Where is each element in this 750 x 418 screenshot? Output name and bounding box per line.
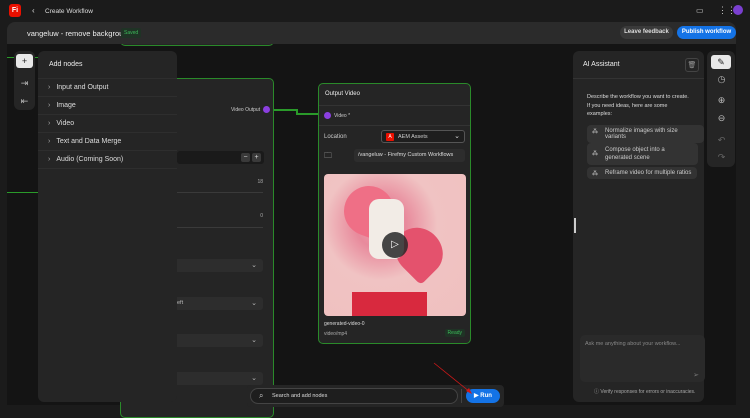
- category-image[interactable]: › Image: [38, 97, 177, 115]
- chevron-down-icon: ⌄: [454, 133, 460, 140]
- video-input-port[interactable]: [324, 112, 331, 119]
- category-label: Text and Data Merge: [56, 138, 122, 145]
- workflow-header: vangeluw - remove background Saved Leave…: [7, 22, 736, 44]
- video-output-label: Video Output: [231, 107, 261, 113]
- play-icon[interactable]: ▷: [382, 232, 408, 258]
- annotation-arrow: [433, 362, 472, 394]
- avatar[interactable]: [733, 5, 743, 15]
- export-icon[interactable]: ⇤: [14, 94, 35, 108]
- redo-icon[interactable]: ↷: [711, 150, 732, 164]
- assistant-input[interactable]: Ask me anything about your workflow... ➢: [580, 335, 705, 382]
- category-text-data-merge[interactable]: › Text and Data Merge: [38, 133, 177, 151]
- slider-value: 0: [260, 213, 263, 219]
- zoom-out-icon[interactable]: ⊖: [711, 111, 732, 125]
- search-icon: ⌕: [259, 391, 264, 400]
- back-link[interactable]: Create Workflow: [45, 8, 93, 15]
- sparkle-icon: ⁂: [592, 171, 598, 177]
- video-output-port[interactable]: [263, 106, 270, 113]
- pedestal: [352, 292, 427, 316]
- undo-icon[interactable]: ↶: [711, 133, 732, 147]
- workflow-title[interactable]: vangeluw - remove background: [27, 29, 132, 38]
- connection-line: [274, 109, 296, 111]
- video-thumbnail[interactable]: ▷: [324, 174, 466, 316]
- category-video[interactable]: › Video: [38, 115, 177, 133]
- file-type: video/mp4: [324, 331, 348, 337]
- ai-assistant-panel: AI Assistant 🗑 Describe the workflow you…: [573, 51, 705, 402]
- location-value: AEM Assets: [398, 134, 428, 140]
- category-label: Video: [56, 120, 75, 127]
- sparkle-icon: ⁂: [592, 151, 598, 157]
- adobe-icon: A: [386, 133, 394, 141]
- firefly-logo: Fi: [9, 4, 21, 17]
- folder-icon[interactable]: 🗀: [324, 150, 332, 164]
- location-label: Location: [324, 134, 347, 140]
- disclaimer-text: Verify responses for errors or inaccurac…: [600, 389, 696, 395]
- location-select[interactable]: A AEM Assets ⌄: [381, 130, 465, 143]
- example-label: Compose object into a generated scene: [605, 147, 665, 161]
- slider-value: 18: [257, 179, 263, 185]
- assistant-intro: Describe the workflow you want to create…: [587, 94, 689, 117]
- run-label: Run: [480, 393, 492, 399]
- add-nodes-panel: Add nodes › Input and Output › Image › Vide…: [38, 51, 177, 402]
- import-icon[interactable]: ⇥: [14, 76, 35, 90]
- add-nodes-title: Add nodes: [49, 61, 83, 68]
- zoom-in-icon[interactable]: ⊕: [711, 93, 732, 107]
- search-nodes-input[interactable]: ⌕ Search and add nodes: [250, 388, 458, 404]
- output-video-node[interactable]: Output Video Video * Location A AEM Asse…: [318, 83, 471, 344]
- category-label: Input and Output: [56, 84, 109, 91]
- send-icon[interactable]: ➢: [693, 371, 699, 379]
- connection-line: [296, 113, 318, 115]
- left-toolbar: + ⇥ ⇤: [14, 51, 35, 110]
- node-title: Output Video: [325, 91, 360, 97]
- right-toolbar: ✎ ◷ ⊕ ⊖ ↶ ↷: [707, 51, 735, 167]
- example-chip[interactable]: ⁂ Reframe video for multiple ratios: [587, 167, 698, 179]
- history-icon[interactable]: ◷: [711, 72, 732, 86]
- example-chip[interactable]: ⁂ Normalize images with size variants: [587, 125, 704, 143]
- back-chevron-icon[interactable]: ‹: [32, 6, 35, 15]
- leave-feedback-button[interactable]: Leave feedback: [620, 26, 673, 39]
- example-label: Reframe video for multiple ratios: [605, 170, 692, 176]
- connection-line: [7, 192, 39, 193]
- category-label: Audio (Coming Soon): [56, 156, 124, 163]
- category-label: Image: [56, 102, 76, 109]
- category-audio[interactable]: › Audio (Coming Soon): [38, 151, 177, 169]
- sparkle-icon: ⁂: [592, 129, 598, 135]
- trash-icon[interactable]: 🗑: [685, 58, 699, 72]
- chat-icon[interactable]: ▭: [696, 6, 704, 15]
- decrement-button[interactable]: −: [241, 153, 250, 162]
- example-label: Normalize images with size variants: [605, 128, 678, 140]
- add-node-icon[interactable]: +: [16, 54, 33, 68]
- increment-button[interactable]: +: [252, 153, 261, 162]
- saved-badge: Saved: [121, 28, 142, 38]
- top-bar: Fi ‹ Create Workflow ▭ ⋮⋮: [0, 0, 750, 22]
- folder-path[interactable]: /vangeluw - Firefmy Custom Workflows: [354, 149, 465, 162]
- dropdown-value: eft: [177, 300, 184, 306]
- resize-handle[interactable]: [574, 218, 576, 233]
- ready-badge: Ready: [444, 329, 465, 337]
- ai-chat-icon[interactable]: ✎: [711, 55, 731, 69]
- assistant-title: AI Assistant: [583, 61, 620, 68]
- search-placeholder: Search and add nodes: [272, 393, 328, 399]
- file-name: generated-video-0: [324, 321, 365, 327]
- category-input-output[interactable]: › Input and Output: [38, 79, 177, 97]
- port-label: Video *: [334, 113, 351, 119]
- example-chip[interactable]: ⁂ Compose object into a generated scene: [587, 143, 698, 165]
- disclaimer: ⓘ Verify responses for errors or inaccur…: [594, 388, 695, 395]
- publish-workflow-button[interactable]: Publish workflow: [677, 26, 736, 39]
- input-placeholder: Ask me anything about your workflow...: [585, 341, 681, 347]
- number-stepper[interactable]: − +: [177, 151, 264, 164]
